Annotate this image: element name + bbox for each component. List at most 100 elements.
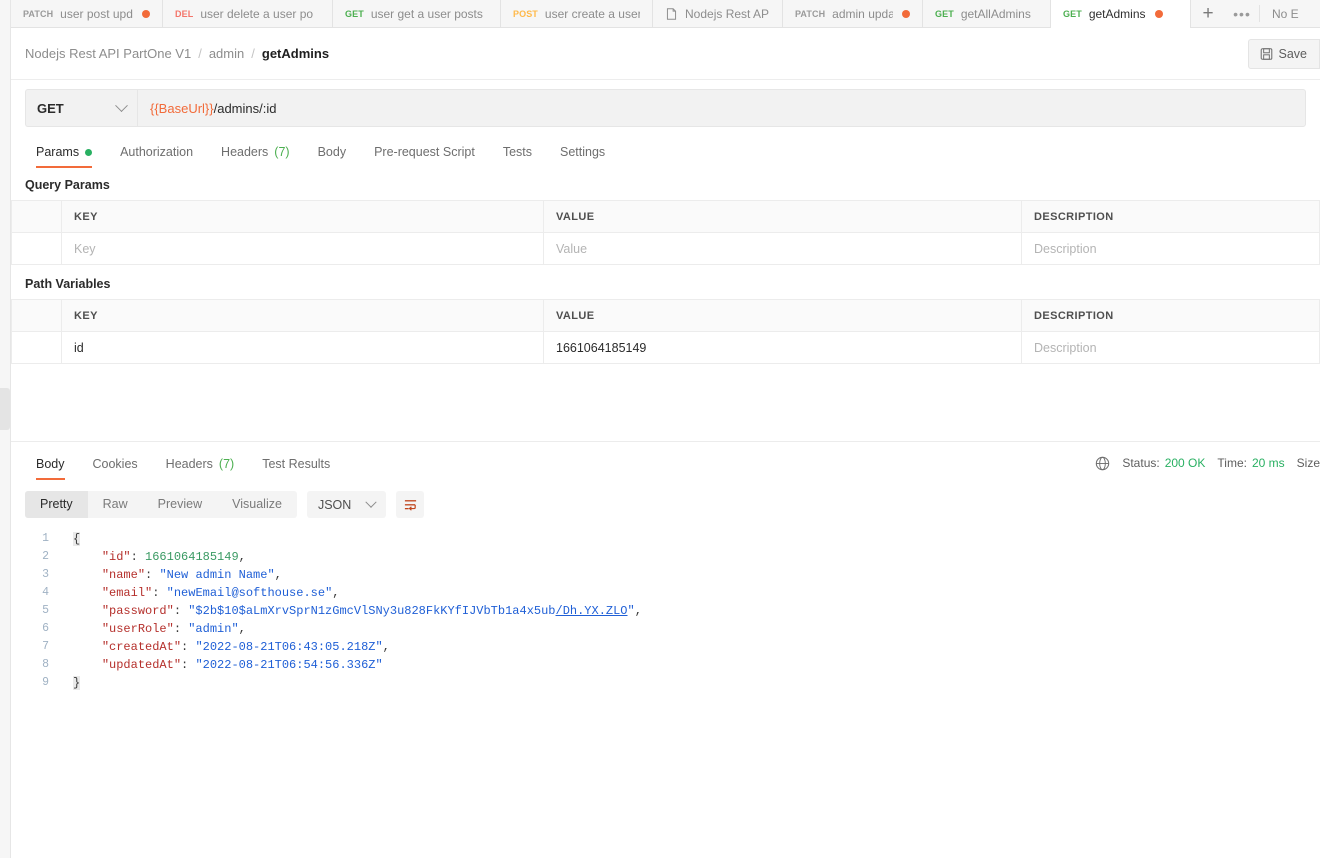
table-row[interactable]: id 1661064185149 Description [11,331,1320,364]
key-column-header: KEY [61,299,544,332]
tab-title: user get a user posts [370,7,483,21]
http-method-selector[interactable]: GET [25,89,137,127]
size-label: Size [1296,456,1320,470]
code-line: 5 "password": "$2b$10$aLmXrvSprN1zGmcVlS… [11,602,1320,620]
tab-method-label: GET [1063,9,1082,19]
code-line-text: "email": "newEmail@softhouse.se", [101,586,340,600]
unsaved-indicator-dot [142,10,150,18]
view-mode-raw[interactable]: Raw [88,491,143,518]
request-tab-authorization[interactable]: Authorization [106,145,207,168]
response-body-code[interactable]: 1{2 "id": 1661064185149, 3 "name": "New a… [11,530,1320,850]
tab-title: user post updat [60,7,133,21]
new-tab-button[interactable]: + [1191,0,1225,28]
value-cell[interactable]: 1661064185149 [543,331,1022,364]
tab-method-label: PATCH [795,9,826,19]
view-mode-pretty[interactable]: Pretty [25,491,88,518]
breadcrumb: Nodejs Rest API PartOne V1 / admin / get… [25,46,329,61]
breadcrumb-bar: Nodejs Rest API PartOne V1 / admin / get… [11,28,1320,80]
http-method-label: GET [37,100,64,116]
code-line: 3 "name": "New admin Name", [11,566,1320,584]
row-checkbox-cell[interactable] [11,232,62,265]
request-tab-user-delete-a-user-po[interactable]: DEL user delete a user po [163,0,333,28]
environment-selector[interactable]: No E [1260,0,1311,28]
request-tab-user-post-updat[interactable]: PATCH user post updat [11,0,163,28]
checkbox-column-header [11,299,62,332]
tab-label: Body [36,457,65,471]
save-icon [1260,48,1272,60]
code-line-text: "createdAt": "2022-08-21T06:43:05.218Z", [101,640,390,654]
request-tab-body[interactable]: Body [304,145,361,168]
save-button-label: Save [1278,47,1308,61]
path-variables-table: KEY VALUE DESCRIPTION id 1661064185149 Descri… [11,299,1320,364]
path-variables-header-row: KEY VALUE DESCRIPTION [11,299,1320,332]
wrap-lines-button[interactable] [396,491,425,518]
query-params-table: KEY VALUE DESCRIPTION Key Value Description [11,200,1320,265]
code-line-text: "updatedAt": "2022-08-21T06:54:56.336Z" [101,658,383,672]
description-cell[interactable]: Description [1021,232,1320,265]
request-tab-params[interactable]: Params [25,145,106,168]
code-line-text: "id": 1661064185149, [101,550,246,564]
sidebar-resize-handle[interactable] [0,388,10,430]
breadcrumb-collection[interactable]: Nodejs Rest API PartOne V1 [25,46,191,61]
row-checkbox-cell[interactable] [11,331,62,364]
request-tab-user-get-a-user-posts[interactable]: GET user get a user posts [333,0,501,28]
line-number: 1 [42,532,49,545]
value-column-header: VALUE [543,299,1022,332]
request-tab-user-create-a-user-p[interactable]: POST user create a user p [501,0,653,28]
code-line: 4 "email": "newEmail@softhouse.se", [11,584,1320,602]
code-line: 6 "userRole": "admin", [11,620,1320,638]
chevron-down-icon [365,496,377,508]
key-cell[interactable]: Key [61,232,544,265]
tab-method-label: GET [345,9,364,19]
tab-overflow-menu-button[interactable]: ••• [1225,0,1259,28]
tab-title: getAllAdmins [960,7,1031,21]
path-variables-title: Path Variables [25,277,111,291]
key-cell[interactable]: id [61,331,544,364]
request-tab-getadmins[interactable]: GET getAdmins [1051,0,1191,28]
response-view-toolbar: Pretty Raw Preview Visualize JSON [25,491,425,518]
tab-title: Nodejs Rest API Part [685,7,770,21]
request-tab-nodejs-rest-api-part[interactable]: Nodejs Rest API Part [653,0,783,28]
response-tab-cookies[interactable]: Cookies [79,457,152,480]
request-tab-settings[interactable]: Settings [546,145,619,168]
tab-label: Pre-request Script [374,145,475,159]
response-tab-headers[interactable]: Headers (7) [152,457,249,480]
table-row[interactable]: Key Value Description [11,232,1320,265]
description-cell[interactable]: Description [1021,331,1320,364]
query-params-title: Query Params [25,178,110,192]
request-tab-bar: PATCH user post updat DEL user delete a use… [11,0,1320,28]
save-button[interactable]: Save [1247,39,1320,69]
code-line: 9} [11,674,1320,692]
code-line-text: "name": "New admin Name", [101,568,282,582]
url-variable-token: {{BaseUrl}} [150,100,214,116]
breadcrumb-folder[interactable]: admin [209,46,244,61]
view-mode-preview[interactable]: Preview [143,491,217,518]
request-tab-getalladmins[interactable]: GET getAllAdmins [923,0,1051,28]
code-line: 2 "id": 1661064185149, [11,548,1320,566]
params-active-dot [85,148,93,156]
response-tab-body[interactable]: Body [25,457,79,480]
tab-label: Params [36,145,80,159]
url-input[interactable]: {{BaseUrl}}/admins/:id [137,89,1306,127]
line-number: 6 [42,622,49,635]
request-tab-headers[interactable]: Headers (7) [207,145,304,168]
request-tab-tests[interactable]: Tests [489,145,546,168]
checkbox-column-header [11,200,62,233]
value-cell[interactable]: Value [543,232,1022,265]
globe-icon [1096,456,1110,470]
tab-label: Test Results [262,457,331,471]
request-tab-admin-update[interactable]: PATCH admin update [783,0,923,28]
code-line: 8 "updatedAt": "2022-08-21T06:54:56.336Z… [11,656,1320,674]
response-pane-divider[interactable] [11,441,1320,442]
tab-title: user delete a user po [200,7,314,21]
tab-count: (7) [274,145,290,159]
line-number: 3 [42,568,49,581]
postman-window: PATCH user post updat DEL user delete a use… [0,0,1320,858]
request-tab-pre-request-script[interactable]: Pre-request Script [360,145,489,168]
tab-label: Headers [221,145,269,159]
response-format-selector[interactable]: JSON [306,491,387,518]
view-mode-visualize[interactable]: Visualize [217,491,297,518]
response-tab-test-results[interactable]: Test Results [248,457,344,480]
response-view-modes: Pretty Raw Preview Visualize [25,491,297,518]
breadcrumb-request: getAdmins [261,46,330,61]
